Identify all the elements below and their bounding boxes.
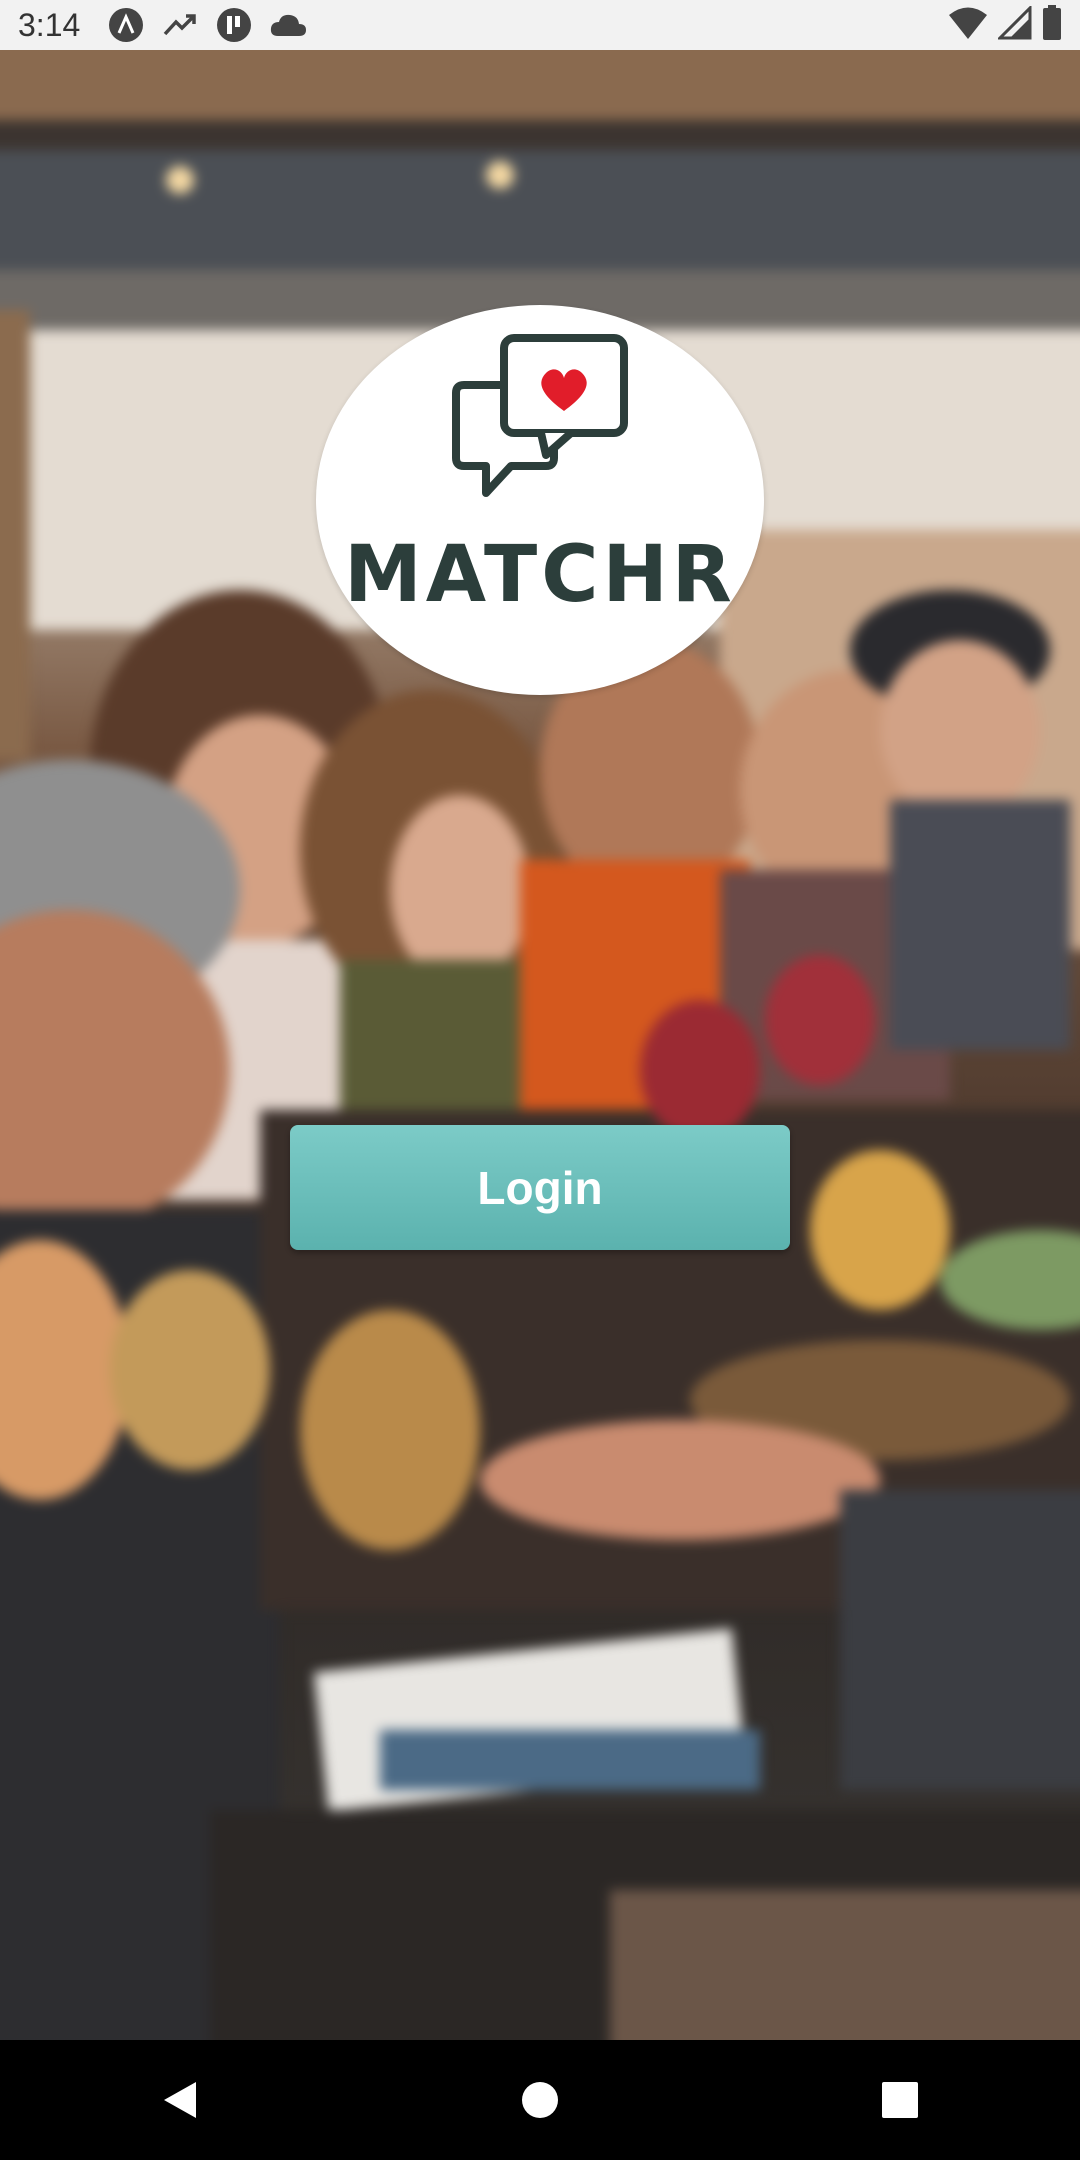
home-icon <box>522 2082 558 2118</box>
back-button[interactable] <box>120 2040 240 2160</box>
recents-button[interactable] <box>840 2040 960 2160</box>
app-screen: 3:14 MATCHR Login <box>0 0 1080 2160</box>
wifi-icon <box>948 6 988 45</box>
cloud-icon <box>268 5 308 45</box>
status-icons-right <box>948 3 1062 46</box>
status-bar: 3:14 <box>0 0 1080 50</box>
chat-bubbles-heart-icon <box>452 334 628 497</box>
back-icon <box>164 2082 196 2118</box>
recents-icon <box>882 2082 918 2118</box>
arch-logo-icon <box>106 5 146 45</box>
trending-up-icon <box>160 5 200 45</box>
app-logo: MATCHR <box>316 305 764 695</box>
status-time: 3:14 <box>18 6 81 43</box>
logo-text: MATCHR <box>344 530 736 620</box>
login-button[interactable]: Login <box>290 1125 790 1250</box>
navigation-bar <box>0 2040 1080 2160</box>
battery-icon <box>1042 4 1062 46</box>
home-button[interactable] <box>480 2040 600 2160</box>
cell-signal-icon <box>996 3 1032 45</box>
gauge-app-icon <box>214 5 254 45</box>
